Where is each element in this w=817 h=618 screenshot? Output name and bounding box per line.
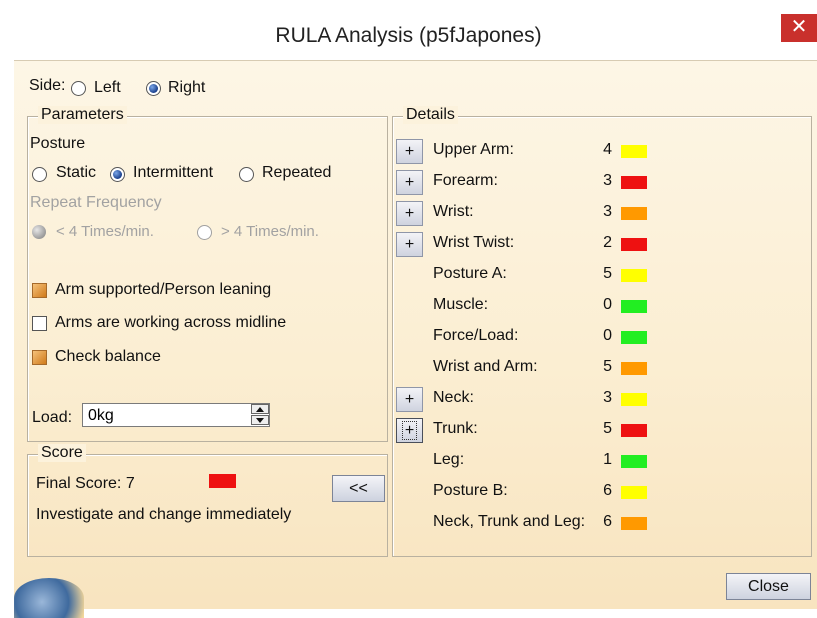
posture-repeated-label: Repeated [262, 164, 332, 181]
expand-button[interactable]: + [396, 170, 423, 195]
arms-midline-label: Arms are working across midline [55, 314, 287, 331]
detail-label: Wrist Twist: [433, 234, 515, 251]
repeat-lt4-radio[interactable] [32, 225, 46, 239]
arm-supported-checkbox[interactable] [32, 283, 47, 298]
side-label: Side: [29, 77, 66, 94]
detail-label: Wrist and Arm: [433, 358, 538, 375]
plus-icon: + [404, 143, 415, 160]
side-right-radio[interactable] [146, 81, 161, 96]
detail-color-swatch [621, 517, 647, 530]
score-message: Investigate and change immediately [36, 506, 292, 523]
detail-color-swatch [621, 300, 647, 313]
details-legend: Details [403, 106, 458, 124]
check-balance-checkbox[interactable] [32, 350, 47, 365]
posture-static-radio[interactable] [32, 167, 47, 182]
posture-label: Posture [30, 135, 86, 152]
detail-value: 1 [603, 451, 612, 468]
window-title: RULA Analysis (p5fJapones) [275, 24, 542, 47]
posture-intermittent-label: Intermittent [133, 164, 214, 181]
detail-color-swatch [621, 269, 647, 282]
posture-static-label: Static [56, 164, 97, 181]
posture-intermittent-radio[interactable] [110, 167, 125, 182]
detail-value: 3 [603, 389, 612, 406]
detail-value: 4 [603, 141, 612, 158]
plus-icon: + [404, 205, 415, 222]
final-score-swatch [209, 474, 236, 488]
final-score-label: Final Score: 7 [36, 475, 135, 492]
detail-color-swatch [621, 455, 647, 468]
score-legend: Score [38, 444, 86, 462]
posture-repeated-radio[interactable] [239, 167, 254, 182]
side-right-label: Right [168, 79, 206, 96]
detail-color-swatch [621, 486, 647, 499]
detail-value: 2 [603, 234, 612, 251]
side-left-radio[interactable] [71, 81, 86, 96]
close-button[interactable]: Close [726, 573, 811, 600]
parameters-legend: Parameters [38, 106, 127, 124]
check-balance-label: Check balance [55, 348, 161, 365]
repeat-gt4-radio[interactable] [197, 225, 212, 240]
expand-button[interactable]: + [396, 201, 423, 226]
detail-label: Force/Load: [433, 327, 519, 344]
plus-icon: + [404, 391, 415, 408]
detail-label: Posture B: [433, 482, 508, 499]
detail-value: 3 [603, 203, 612, 220]
detail-color-swatch [621, 393, 647, 406]
plus-icon: + [404, 236, 415, 253]
detail-value: 0 [603, 327, 612, 344]
detail-value: 6 [603, 513, 612, 530]
repeat-frequency-label: Repeat Frequency [30, 194, 162, 211]
load-input[interactable]: 0kg [82, 403, 270, 427]
detail-label: Wrist: [433, 203, 474, 220]
detail-label: Neck, Trunk and Leg: [433, 513, 586, 530]
detail-value: 3 [603, 172, 612, 189]
detail-label: Upper Arm: [433, 141, 514, 158]
detail-color-swatch [621, 207, 647, 220]
title-bar: RULA Analysis (p5fJapones) ✕ [0, 0, 817, 60]
detail-value: 5 [603, 420, 612, 437]
load-label: Load: [32, 409, 73, 426]
detail-label: Trunk: [433, 420, 478, 437]
close-window-button[interactable]: ✕ [781, 14, 817, 42]
expand-button[interactable]: + [396, 232, 423, 257]
arms-midline-checkbox[interactable] [32, 316, 47, 331]
spin-down-icon[interactable] [251, 415, 269, 425]
arm-supported-label: Arm supported/Person leaning [55, 281, 272, 298]
plus-icon: + [401, 421, 418, 440]
detail-color-swatch [621, 176, 647, 189]
detail-value: 5 [603, 358, 612, 375]
repeat-gt4-label: > 4 Times/min. [221, 223, 319, 240]
repeat-lt4-label: < 4 Times/min. [56, 223, 154, 240]
side-left-label: Left [94, 79, 121, 96]
detail-label: Forearm: [433, 172, 498, 189]
detail-value: 0 [603, 296, 612, 313]
detail-color-swatch [621, 362, 647, 375]
load-spinner[interactable] [251, 404, 269, 426]
detail-label: Neck: [433, 389, 474, 406]
detail-label: Posture A: [433, 265, 507, 282]
app-logo [14, 578, 84, 618]
collapse-details-button[interactable]: << [332, 475, 385, 502]
detail-color-swatch [621, 145, 647, 158]
detail-color-swatch [621, 238, 647, 251]
detail-label: Leg: [433, 451, 465, 468]
expand-button[interactable]: + [396, 139, 423, 164]
detail-label: Muscle: [433, 296, 489, 313]
spin-up-icon[interactable] [251, 404, 269, 414]
expand-button[interactable]: + [396, 387, 423, 412]
expand-button[interactable]: + [396, 418, 423, 443]
detail-value: 6 [603, 482, 612, 499]
detail-color-swatch [621, 331, 647, 344]
detail-color-swatch [621, 424, 647, 437]
plus-icon: + [404, 174, 415, 191]
detail-value: 5 [603, 265, 612, 282]
